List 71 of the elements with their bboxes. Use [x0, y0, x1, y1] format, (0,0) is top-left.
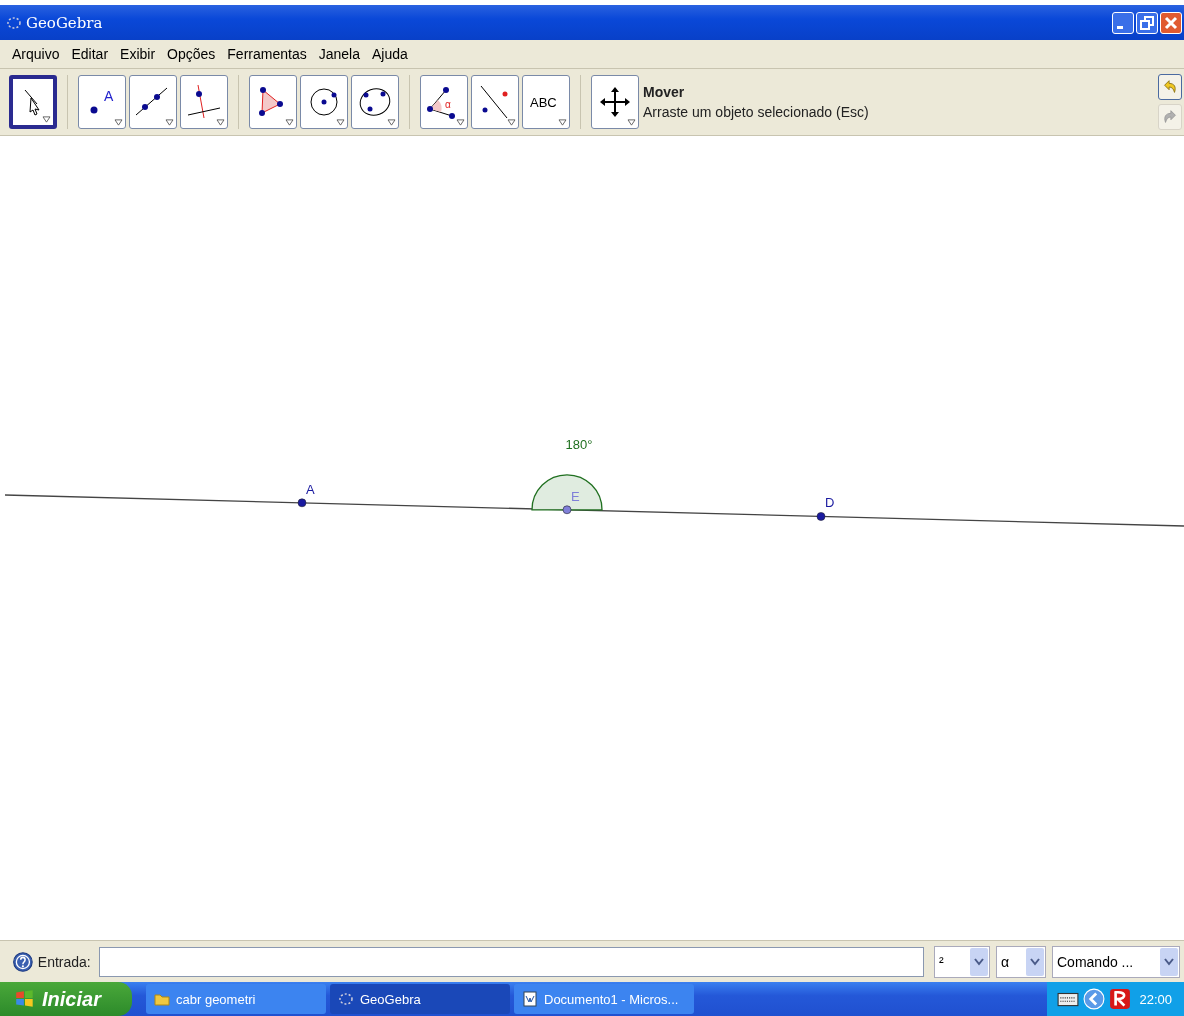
text-tool-label: ABC: [530, 95, 557, 110]
clock: 22:00: [1139, 991, 1172, 1007]
tool-button[interactable]: [351, 75, 399, 129]
chevron-down-icon: [974, 957, 984, 966]
menu-item[interactable]: Opções: [161, 46, 222, 62]
antivirus-icon[interactable]: [1109, 988, 1132, 1010]
menu-item[interactable]: Ferramentas: [221, 46, 313, 62]
tool-name: Mover: [643, 84, 686, 100]
restore-button[interactable]: [1136, 11, 1158, 34]
geogebra-icon: [6, 14, 22, 31]
angle-arc: [531, 474, 603, 511]
dropdown-triangle-icon: [627, 119, 636, 126]
keyboard-icon[interactable]: [1057, 991, 1080, 1007]
minimize-button[interactable]: [1112, 11, 1134, 34]
input-label: Entrada:: [37, 953, 91, 970]
point[interactable]: [562, 505, 572, 515]
window-title: GeoGebra: [26, 13, 103, 32]
angle-symbol: α: [445, 99, 451, 110]
chevron-down-icon: [1030, 957, 1040, 966]
document-icon: [522, 991, 538, 1007]
point-label: A: [104, 88, 114, 104]
dropdown-triangle-icon: [165, 119, 174, 126]
dropdown[interactable]: Comando ...: [1052, 945, 1180, 978]
angle-drawing: [427, 87, 455, 119]
dropdown-triangle-icon: [336, 119, 345, 126]
menu-item[interactable]: Editar: [65, 46, 115, 62]
tool-button[interactable]: [249, 75, 297, 129]
menu-item[interactable]: Arquivo: [6, 46, 66, 62]
tool-button[interactable]: [300, 75, 348, 129]
tool-button[interactable]: ABC: [522, 75, 570, 129]
menu-item[interactable]: Janela: [312, 46, 366, 62]
dropdown-triangle-icon: [114, 119, 123, 126]
taskbar-button[interactable]: cabr geometri: [146, 984, 326, 1014]
chevron-down-icon: [1164, 957, 1174, 966]
geogebra-icon: [338, 991, 354, 1007]
dropdown-triangle-icon: [456, 119, 465, 126]
point-label: D: [825, 495, 835, 511]
dropdown-triangle-icon: [387, 119, 396, 126]
point-label: A: [306, 481, 315, 497]
undo-icon: [1161, 78, 1179, 96]
dropdown-triangle-icon: [507, 119, 516, 126]
point[interactable]: [816, 512, 826, 521]
undo-button[interactable]: [1158, 74, 1182, 100]
folder-icon: [154, 991, 170, 1007]
input-field[interactable]: [98, 946, 924, 977]
point[interactable]: [297, 498, 307, 508]
menu-item[interactable]: Ajuda: [365, 46, 414, 62]
dropdown[interactable]: α: [996, 945, 1046, 978]
dropdown-triangle-icon: [285, 119, 294, 126]
dropdown-triangle-icon: [42, 116, 51, 123]
tool-button[interactable]: A: [78, 75, 126, 129]
help-icon[interactable]: [12, 950, 34, 973]
taskbar-button[interactable]: Documento1 - Micros...: [514, 984, 694, 1014]
start-button[interactable]: Iniciar: [0, 982, 132, 1016]
dropdown[interactable]: ²: [934, 945, 990, 978]
taskbar-button[interactable]: GeoGebra: [330, 984, 510, 1014]
tool-help-text: Arraste um objeto selecionado (Esc): [643, 104, 869, 120]
point-label: E: [571, 488, 580, 504]
point-dot-icon: [90, 106, 98, 114]
menu-item[interactable]: Exibir: [114, 46, 162, 62]
dropdown-triangle-icon: [558, 119, 567, 126]
close-button[interactable]: [1160, 11, 1182, 34]
redo-icon: [1161, 108, 1179, 126]
tool-button[interactable]: [591, 75, 639, 129]
tool-button[interactable]: α: [420, 75, 468, 129]
tool-button[interactable]: [129, 75, 177, 129]
tool-button[interactable]: [9, 75, 57, 129]
angle-label: 180°: [565, 436, 593, 452]
windows-logo-icon: [14, 988, 36, 1010]
minimize-icon: [1117, 26, 1123, 29]
dropdown-triangle-icon: [216, 119, 225, 126]
